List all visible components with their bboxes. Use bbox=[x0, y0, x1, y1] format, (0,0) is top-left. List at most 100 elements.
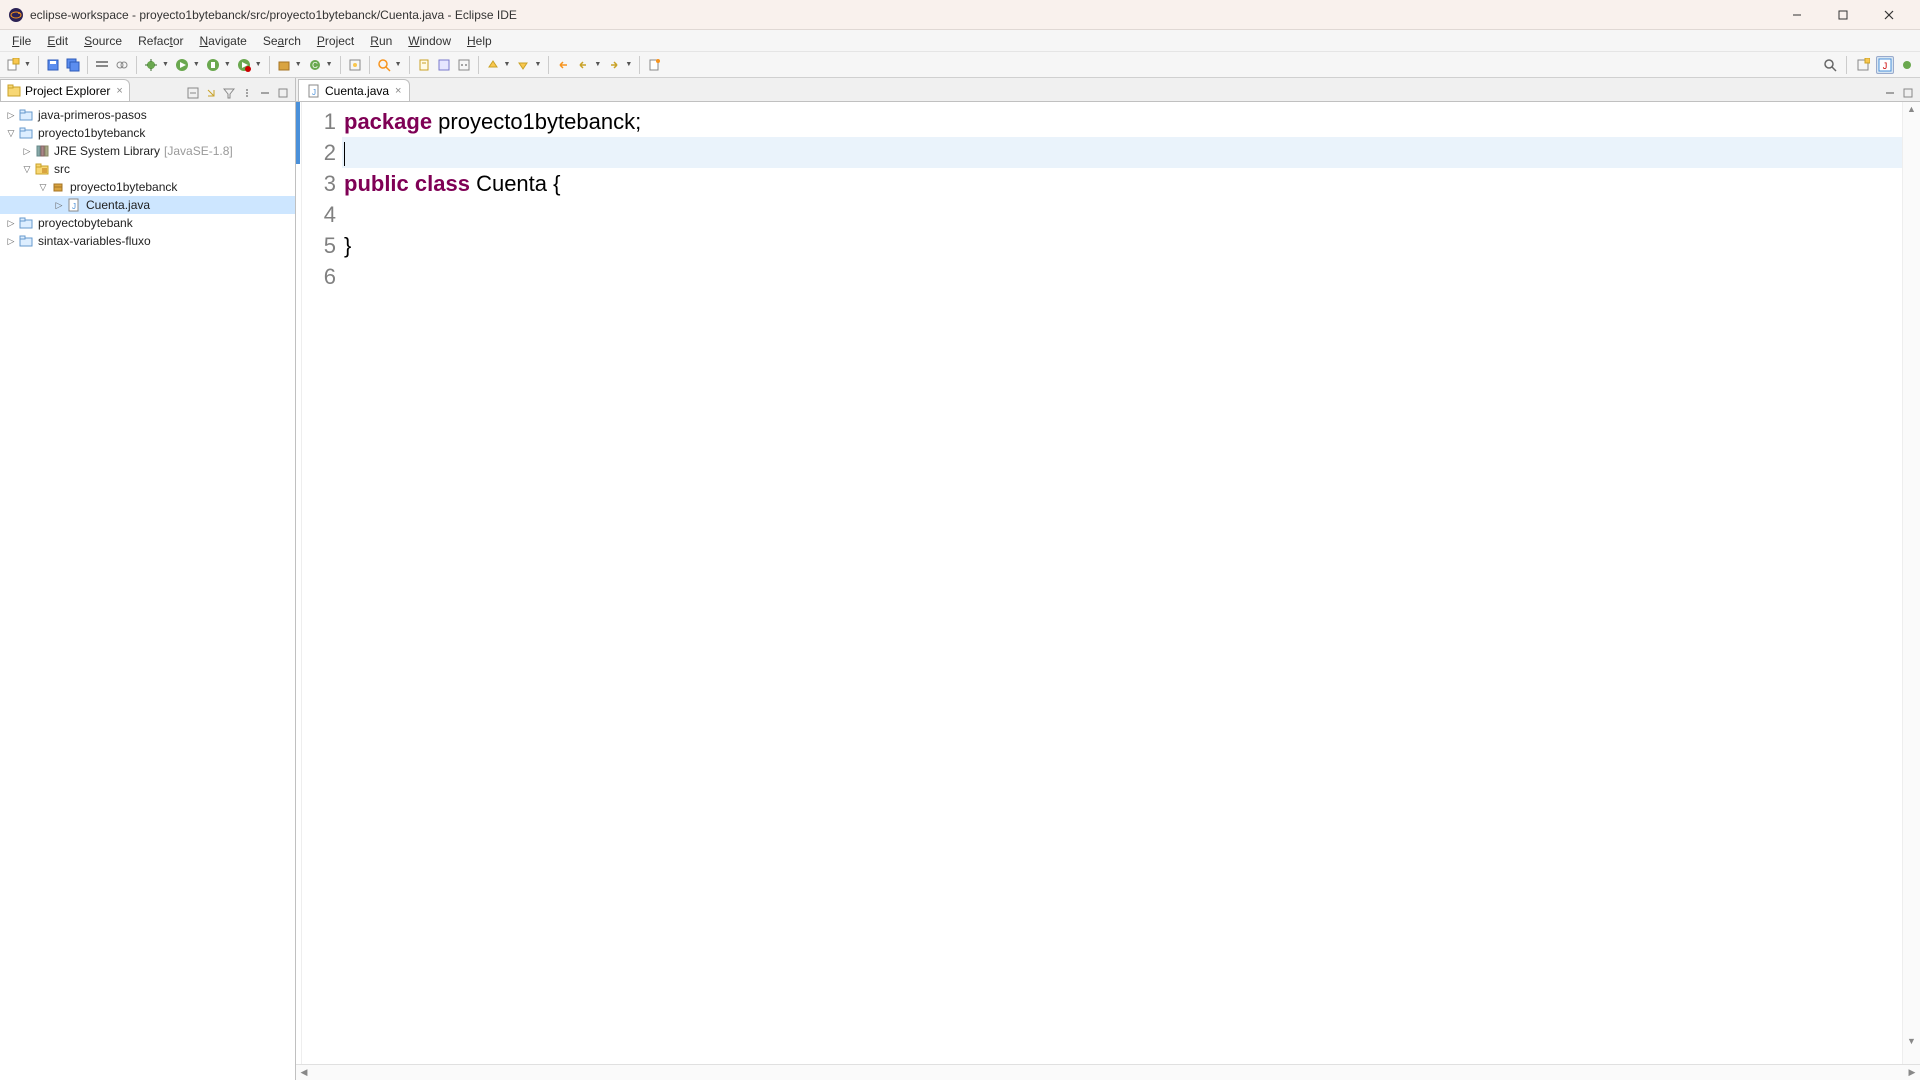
close-icon[interactable]: × bbox=[116, 85, 122, 97]
editor-tab-bar: J Cuenta.java × bbox=[296, 78, 1920, 102]
minimize-editor-button[interactable] bbox=[1882, 85, 1898, 101]
new-package-dropdown[interactable]: ▼ bbox=[293, 61, 304, 68]
menu-search[interactable]: Search bbox=[255, 32, 309, 50]
overview-ruler[interactable]: ▲ ▼ bbox=[1902, 102, 1920, 1064]
search-toolbar-button[interactable] bbox=[375, 56, 393, 74]
toolbar-separator bbox=[409, 56, 410, 74]
tree-project[interactable]: ▽ proyecto1bytebanck bbox=[0, 124, 295, 142]
expand-arrow-icon[interactable]: ▷ bbox=[4, 236, 18, 247]
menu-help[interactable]: Help bbox=[459, 32, 500, 50]
back-button[interactable] bbox=[574, 56, 592, 74]
prev-annotation-dropdown[interactable]: ▼ bbox=[532, 61, 543, 68]
minimize-button[interactable] bbox=[1774, 0, 1820, 30]
editor-tab-label: Cuenta.java bbox=[325, 84, 389, 98]
tree-project[interactable]: ▷ sintax-variables-fluxo bbox=[0, 232, 295, 250]
scroll-down-icon[interactable]: ▼ bbox=[1903, 1036, 1920, 1046]
tree-label: Cuenta.java bbox=[86, 198, 150, 212]
collapse-arrow-icon[interactable]: ▽ bbox=[36, 182, 50, 193]
scroll-up-icon[interactable]: ▲ bbox=[1903, 104, 1920, 114]
open-perspective-button[interactable] bbox=[1854, 56, 1872, 74]
tree-src[interactable]: ▽ src bbox=[0, 160, 295, 178]
coverage-button[interactable] bbox=[204, 56, 222, 74]
project-tree[interactable]: ▷ java-primeros-pasos ▽ proyecto1byteban… bbox=[0, 102, 295, 1080]
tree-project[interactable]: ▷ proyectobytebank bbox=[0, 214, 295, 232]
open-type-button[interactable] bbox=[346, 56, 364, 74]
toolbar-separator bbox=[136, 56, 137, 74]
toggle-block-button[interactable] bbox=[435, 56, 453, 74]
tree-label: proyectobytebank bbox=[38, 216, 133, 230]
line-gutter: 1 2 3 4 5 6 bbox=[302, 102, 342, 1064]
run-button[interactable] bbox=[173, 56, 191, 74]
tree-library[interactable]: ▷ JRE System Library [JavaSE-1.8] bbox=[0, 142, 295, 160]
link-button[interactable] bbox=[113, 56, 131, 74]
menu-window[interactable]: Window bbox=[400, 32, 459, 50]
editor-tab[interactable]: J Cuenta.java × bbox=[298, 79, 410, 101]
text-cursor bbox=[344, 142, 345, 166]
collapse-arrow-icon[interactable]: ▽ bbox=[20, 164, 34, 175]
pin-editor-button[interactable] bbox=[645, 56, 663, 74]
next-annotation-button[interactable] bbox=[484, 56, 502, 74]
tree-project[interactable]: ▷ java-primeros-pasos bbox=[0, 106, 295, 124]
view-menu-button[interactable] bbox=[239, 85, 255, 101]
forward-button[interactable] bbox=[605, 56, 623, 74]
menu-edit[interactable]: Edit bbox=[39, 32, 76, 50]
filter-button[interactable] bbox=[221, 85, 237, 101]
link-editor-button[interactable] bbox=[203, 85, 219, 101]
scroll-left-icon[interactable]: ◀ bbox=[296, 1067, 312, 1078]
horizontal-scrollbar[interactable]: ◀ ▶ bbox=[296, 1064, 1920, 1080]
new-button[interactable] bbox=[4, 56, 22, 74]
run-dropdown[interactable]: ▼ bbox=[191, 61, 202, 68]
java-perspective-button[interactable]: J bbox=[1876, 56, 1894, 74]
new-class-button[interactable]: C bbox=[306, 56, 324, 74]
debug-button[interactable] bbox=[142, 56, 160, 74]
quick-access-button[interactable] bbox=[1821, 56, 1839, 74]
run-last-button[interactable] bbox=[235, 56, 253, 74]
toggle-mark-button[interactable] bbox=[415, 56, 433, 74]
coverage-dropdown[interactable]: ▼ bbox=[222, 61, 233, 68]
maximize-button[interactable] bbox=[1820, 0, 1866, 30]
debug-dropdown[interactable]: ▼ bbox=[160, 61, 171, 68]
menu-run[interactable]: Run bbox=[362, 32, 400, 50]
debug-perspective-button[interactable] bbox=[1898, 56, 1916, 74]
new-class-dropdown[interactable]: ▼ bbox=[324, 61, 335, 68]
toggle-breadcrumb-button[interactable] bbox=[93, 56, 111, 74]
maximize-editor-button[interactable] bbox=[1900, 85, 1916, 101]
scroll-right-icon[interactable]: ▶ bbox=[1904, 1067, 1920, 1078]
editor-body[interactable]: 1 2 3 4 5 6 package proyecto1bytebanck; … bbox=[296, 102, 1920, 1064]
new-dropdown[interactable]: ▼ bbox=[22, 61, 33, 68]
maximize-panel-button[interactable] bbox=[275, 85, 291, 101]
menu-refactor[interactable]: Refactor bbox=[130, 32, 191, 50]
run-last-dropdown[interactable]: ▼ bbox=[253, 61, 264, 68]
close-button[interactable] bbox=[1866, 0, 1912, 30]
code-line: package proyecto1bytebanck; bbox=[342, 106, 1902, 137]
search-dropdown[interactable]: ▼ bbox=[393, 61, 404, 68]
menu-project[interactable]: Project bbox=[309, 32, 362, 50]
save-all-button[interactable] bbox=[64, 56, 82, 74]
tree-package[interactable]: ▽ proyecto1bytebanck bbox=[0, 178, 295, 196]
line-number: 3 bbox=[302, 168, 342, 199]
back-dropdown[interactable]: ▼ bbox=[592, 61, 603, 68]
prev-annotation-button[interactable] bbox=[514, 56, 532, 74]
show-whitespace-button[interactable] bbox=[455, 56, 473, 74]
expand-arrow-icon[interactable]: ▷ bbox=[4, 110, 18, 121]
menu-source[interactable]: Source bbox=[76, 32, 130, 50]
project-explorer-tab[interactable]: Project Explorer × bbox=[0, 79, 130, 101]
new-package-button[interactable] bbox=[275, 56, 293, 74]
menu-file[interactable]: File bbox=[4, 32, 39, 50]
collapse-all-button[interactable] bbox=[185, 85, 201, 101]
close-icon[interactable]: × bbox=[395, 85, 401, 97]
collapse-arrow-icon[interactable]: ▽ bbox=[4, 128, 18, 139]
save-button[interactable] bbox=[44, 56, 62, 74]
expand-arrow-icon[interactable]: ▷ bbox=[20, 146, 34, 157]
expand-arrow-icon[interactable]: ▷ bbox=[4, 218, 18, 229]
window-title: eclipse-workspace - proyecto1bytebanck/s… bbox=[30, 8, 1774, 22]
forward-dropdown[interactable]: ▼ bbox=[623, 61, 634, 68]
minimize-panel-button[interactable] bbox=[257, 85, 273, 101]
code-content[interactable]: package proyecto1bytebanck; public class… bbox=[342, 102, 1902, 1064]
last-edit-button[interactable] bbox=[554, 56, 572, 74]
folder-icon bbox=[18, 107, 34, 123]
tree-file[interactable]: ▷ J Cuenta.java bbox=[0, 196, 295, 214]
menu-navigate[interactable]: Navigate bbox=[191, 32, 254, 50]
expand-arrow-icon[interactable]: ▷ bbox=[52, 200, 66, 211]
next-annotation-dropdown[interactable]: ▼ bbox=[502, 61, 513, 68]
